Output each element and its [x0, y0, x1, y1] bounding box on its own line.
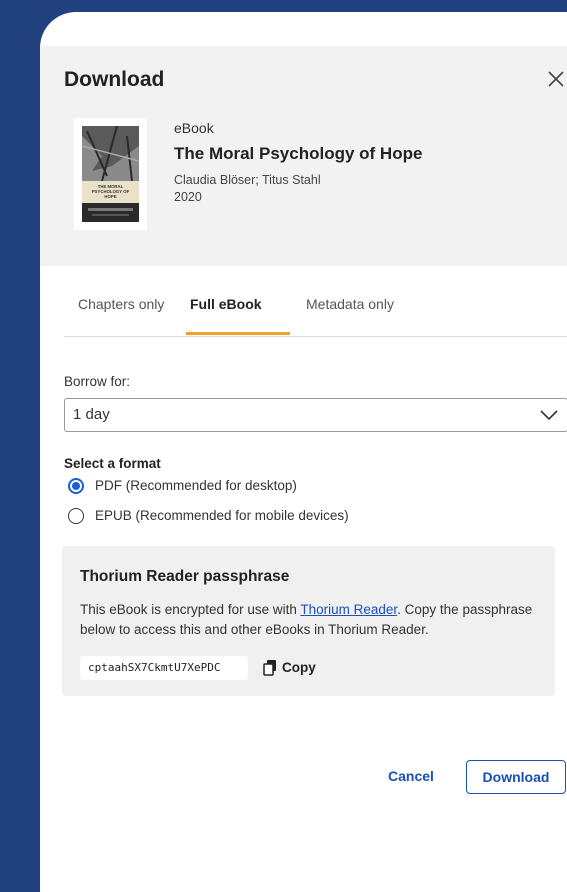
active-tab-indicator	[186, 332, 290, 335]
tab-metadata-only[interactable]: Metadata only	[306, 296, 394, 312]
book-type: eBook	[174, 120, 214, 136]
format-option-pdf-label: PDF (Recommended for desktop)	[95, 478, 297, 493]
radio-epub[interactable]	[68, 508, 84, 524]
book-cover: THE MORAL PSYCHOLOGY OF HOPE	[74, 118, 147, 230]
chevron-down-icon	[540, 410, 558, 421]
download-button[interactable]: Download	[466, 760, 566, 794]
copy-icon	[263, 660, 276, 676]
cancel-button[interactable]: Cancel	[376, 768, 446, 788]
close-button[interactable]	[546, 67, 566, 93]
copy-label: Copy	[282, 660, 316, 675]
passphrase-description: This eBook is encrypted for use with Tho…	[80, 602, 533, 637]
book-authors: Claudia Blöser; Titus Stahl	[174, 173, 321, 187]
borrow-duration-value: 1 day	[73, 406, 110, 423]
format-label: Select a format	[64, 456, 161, 471]
tab-chapters-only[interactable]: Chapters only	[78, 296, 164, 312]
download-dialog: Download THE MORAL PSYCHOLOGY OF HOPE eB…	[40, 12, 567, 892]
book-meta: eBook The Moral Psychology of Hope Claud…	[174, 120, 422, 204]
book-year: 2020	[174, 190, 202, 204]
book-title: The Moral Psychology of Hope	[174, 144, 423, 163]
close-icon	[548, 71, 564, 87]
thorium-reader-link[interactable]: Thorium Reader	[300, 602, 397, 617]
book-cover-image: THE MORAL PSYCHOLOGY OF HOPE	[82, 126, 139, 222]
borrow-label: Borrow for:	[64, 374, 131, 389]
format-option-epub-label: EPUB (Recommended for mobile devices)	[95, 508, 349, 523]
tab-full-ebook[interactable]: Full eBook	[190, 296, 262, 312]
passphrase-title: Thorium Reader passphrase	[80, 568, 290, 585]
cover-title-text: THE MORAL PSYCHOLOGY OF HOPE	[91, 184, 130, 200]
dialog-title: Download	[64, 68, 165, 91]
radio-pdf[interactable]	[68, 478, 84, 494]
passphrase-code[interactable]: cptaahSX7CkmtU7XePDC	[80, 656, 248, 680]
passphrase-panel: Thorium Reader passphrase This eBook is …	[62, 546, 555, 696]
borrow-duration-select[interactable]: 1 day	[64, 398, 567, 432]
download-tabs: Chapters only Full eBook Metadata only	[64, 292, 567, 337]
